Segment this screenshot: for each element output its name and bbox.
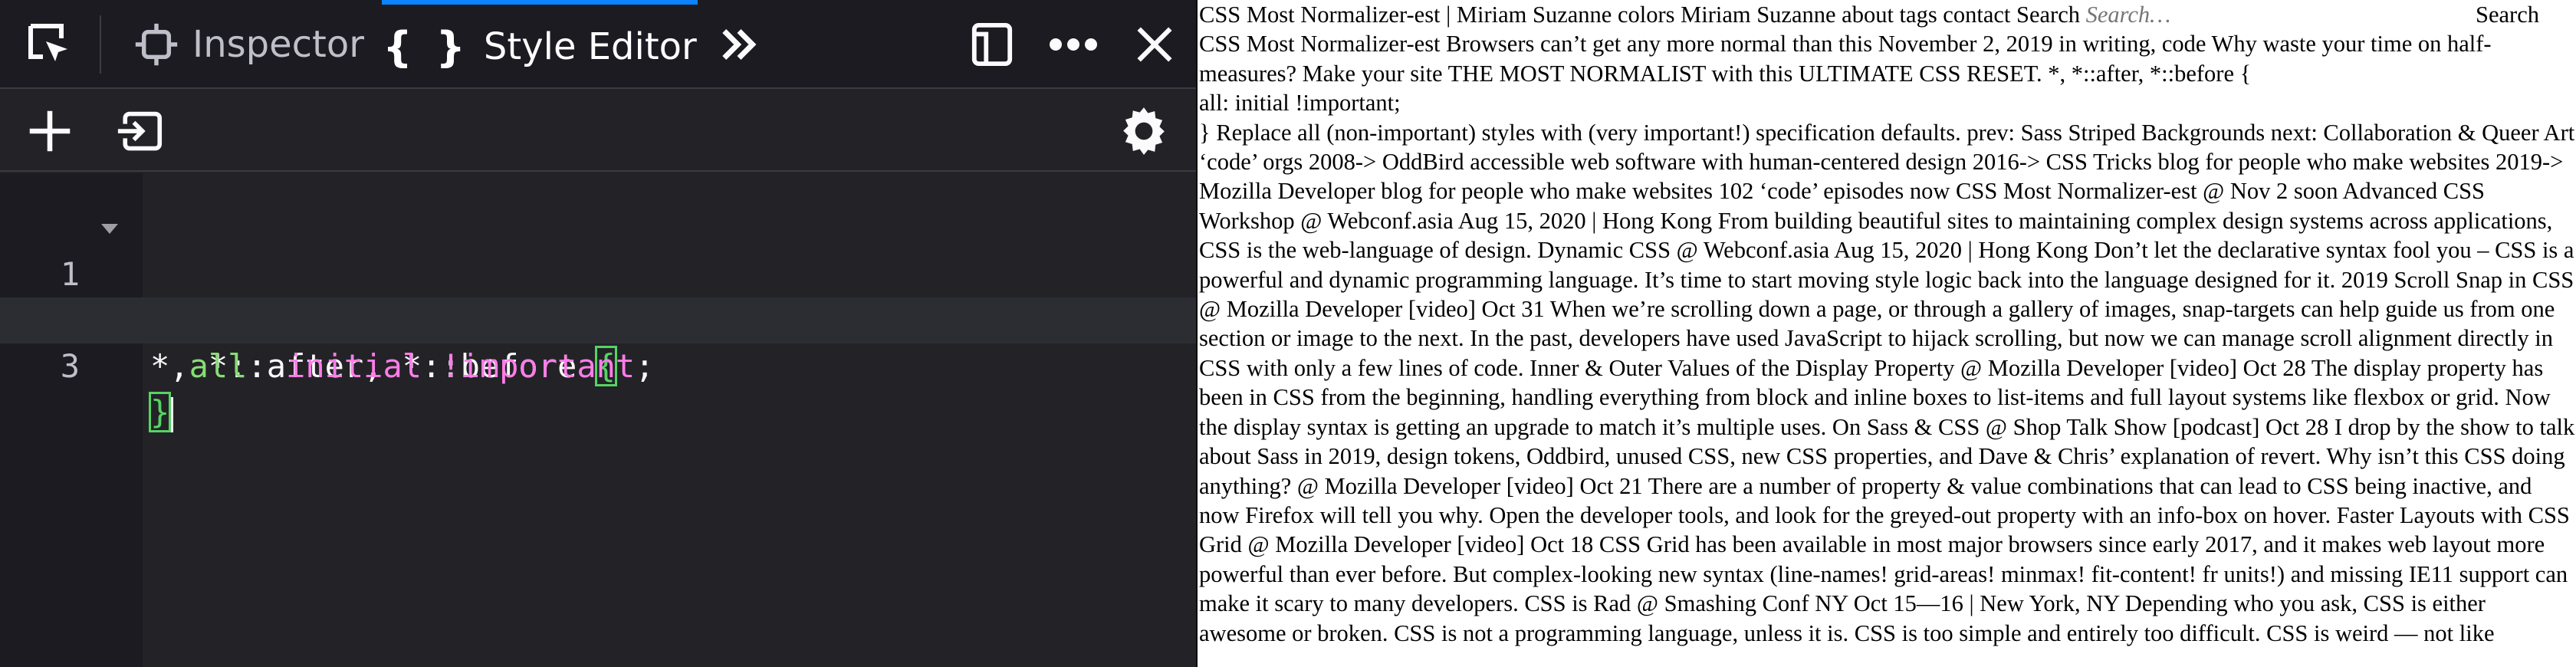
tab-style-editor[interactable]: { } Style Editor bbox=[382, 0, 698, 89]
css-value: initial !important bbox=[286, 347, 636, 385]
code-line: 1 *, *::after, *::before { bbox=[0, 205, 1196, 386]
tab-style-editor-label: Style Editor bbox=[483, 25, 697, 68]
style-editor-toolbar bbox=[0, 90, 1196, 172]
site-header: CSS Most Normalizer-est | Miriam Suzanne… bbox=[1199, 0, 2576, 29]
article-code: all: initial !important; bbox=[1199, 90, 1401, 117]
devtools-panel: Inspector { } Style Editor 1 *, *::after… bbox=[0, 0, 1196, 667]
css-colon: : bbox=[247, 347, 267, 385]
css-semicolon: ; bbox=[635, 347, 655, 385]
article-content: } Replace all (non-important) styles wit… bbox=[1199, 119, 2575, 646]
text-caret bbox=[171, 396, 174, 432]
new-stylesheet-button[interactable] bbox=[23, 90, 77, 172]
search-button[interactable]: Search bbox=[2476, 0, 2539, 29]
dock-button[interactable] bbox=[961, 0, 1023, 89]
tab-inspector-label: Inspector bbox=[192, 23, 364, 66]
close-icon bbox=[1137, 27, 1172, 62]
more-tools-button[interactable] bbox=[708, 0, 770, 89]
close-devtools-button[interactable] bbox=[1124, 0, 1185, 89]
toolbar-separator bbox=[100, 15, 101, 74]
code-editor[interactable]: 1 *, *::after, *::before { 2 all: initia… bbox=[0, 173, 1196, 667]
element-picker-icon bbox=[28, 24, 67, 61]
search-input[interactable]: Search… bbox=[2086, 2, 2171, 28]
code-line: 2 all: initial !important; bbox=[0, 251, 1196, 385]
more-options-button[interactable] bbox=[1043, 0, 1104, 89]
code-line-active: 3 } bbox=[0, 297, 1196, 432]
more-options-icon bbox=[1050, 38, 1097, 51]
tab-inspector[interactable]: Inspector bbox=[123, 0, 376, 89]
devtools-toolbar: Inspector { } Style Editor bbox=[0, 0, 1196, 89]
new-stylesheet-icon bbox=[29, 110, 71, 152]
style-editor-braces-icon: { } bbox=[383, 22, 470, 71]
article-intro: CSS Most Normalizer-est Browsers can’t g… bbox=[1199, 31, 2492, 87]
element-picker-button[interactable] bbox=[11, 0, 87, 89]
inspector-icon bbox=[135, 23, 178, 66]
fold-arrow-icon[interactable] bbox=[101, 224, 118, 234]
settings-gear-icon bbox=[1123, 107, 1165, 155]
import-stylesheet-icon bbox=[117, 111, 163, 151]
overflow-chevrons-icon bbox=[722, 29, 757, 60]
line-number: 3 bbox=[60, 347, 80, 385]
import-stylesheet-button[interactable] bbox=[110, 90, 169, 172]
css-property: all bbox=[189, 347, 248, 385]
dock-icon bbox=[971, 22, 1013, 67]
settings-button[interactable] bbox=[1113, 90, 1175, 172]
site-nav[interactable]: CSS Most Normalizer-est | Miriam Suzanne… bbox=[1199, 2, 2080, 28]
close-brace: } bbox=[148, 392, 172, 432]
web-page: CSS Most Normalizer-est | Miriam Suzanne… bbox=[1198, 0, 2576, 667]
